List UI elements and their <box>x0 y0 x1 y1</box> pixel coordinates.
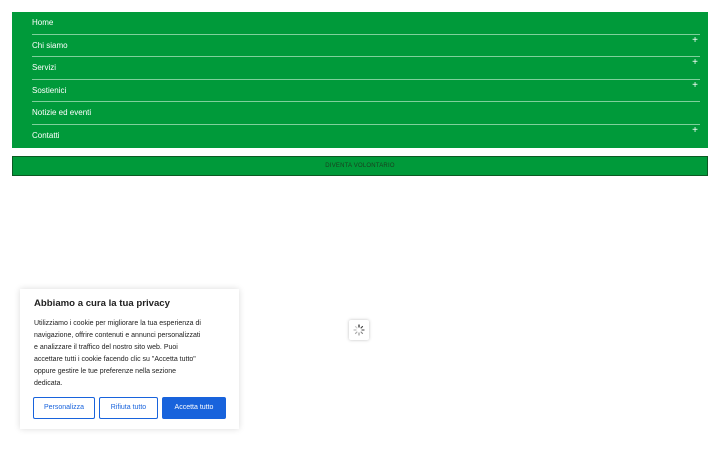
accept-all-button[interactable]: Accetta tutto <box>162 397 226 419</box>
customize-button[interactable]: Personalizza <box>33 397 95 419</box>
main-navigation-menu: Home Chi siamo + Servizi + Sostienici + … <box>12 12 708 148</box>
nav-item-servizi[interactable]: Servizi + <box>32 57 700 80</box>
expand-plus-icon[interactable]: + <box>692 52 698 74</box>
nav-item-contatti[interactable]: Contatti + <box>32 125 700 148</box>
cookie-text-line: accettare tutti i cookie facendo clic su… <box>34 356 196 363</box>
nav-item-label: Sostienici <box>32 85 67 95</box>
cookie-text-line: dedicata. <box>34 380 63 387</box>
loading-spinner-icon <box>353 324 365 336</box>
nav-item-label: Chi siamo <box>32 40 68 50</box>
cookie-text-line: navigazione, offrire contenuti e annunci… <box>34 332 201 339</box>
cookie-text-line: Utilizziamo i cookie per migliorare la t… <box>34 320 201 327</box>
volunteer-button[interactable]: DIVENTA VOLONTARIO <box>12 156 708 176</box>
cookie-text-line: e analizzare il traffico del nostro sito… <box>34 344 178 351</box>
nav-item-label: Home <box>32 18 54 27</box>
reject-all-button[interactable]: Rifiuta tutto <box>99 397 158 419</box>
expand-plus-icon[interactable]: + <box>692 30 698 52</box>
nav-item-label: Servizi <box>32 63 57 73</box>
nav-item-chi-siamo[interactable]: Chi siamo + <box>32 35 700 58</box>
nav-item-home[interactable]: Home <box>32 12 700 35</box>
nav-item-label: Contatti <box>32 130 60 140</box>
loading-spinner <box>349 320 369 340</box>
nav-item-label: Notizie ed eventi <box>32 108 92 118</box>
cookie-banner-title: Abbiamo a cura la tua privacy <box>34 298 170 309</box>
nav-item-notizie-ed-eventi[interactable]: Notizie ed eventi <box>32 102 700 125</box>
cookie-banner-text: Utilizziamo i cookie per migliorare la t… <box>34 318 225 390</box>
cookie-text-line: oppure gestire le tue preferenze nella s… <box>34 368 177 375</box>
expand-plus-icon[interactable]: + <box>692 75 698 97</box>
cookie-consent-banner: Abbiamo a cura la tua privacy Utilizziam… <box>20 289 239 429</box>
expand-plus-icon[interactable]: + <box>692 120 698 142</box>
nav-item-sostienici[interactable]: Sostienici + <box>32 80 700 103</box>
